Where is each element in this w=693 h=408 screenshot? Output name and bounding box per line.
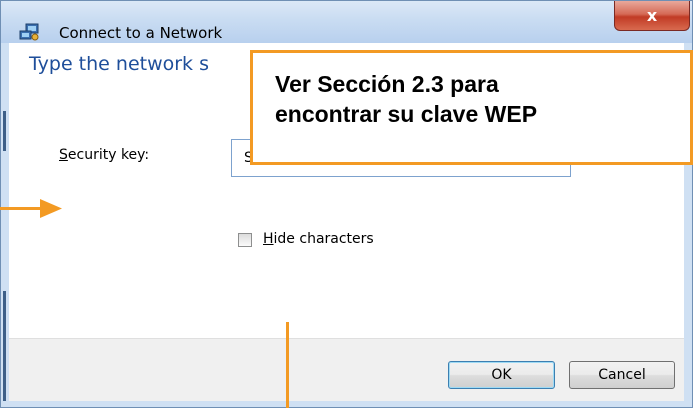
security-key-accesskey: S: [59, 147, 68, 163]
hide-characters-accesskey: H: [263, 231, 274, 247]
close-button[interactable]: x: [614, 1, 690, 31]
security-key-label: Security key:: [59, 147, 149, 163]
annotation-callout: Ver Sección 2.3 para encontrar su clave …: [250, 50, 693, 165]
hide-characters-label-rest: ide characters: [273, 231, 374, 247]
cancel-button[interactable]: Cancel: [569, 361, 675, 389]
annotation-pointer-line: [286, 322, 289, 408]
title-bar[interactable]: Connect to a Network x: [1, 1, 692, 43]
annotation-arrow-head-icon: [40, 199, 62, 218]
ok-button[interactable]: OK: [448, 361, 555, 389]
window-title: Connect to a Network: [59, 24, 223, 42]
callout-line-1: Ver Sección 2.3 para: [275, 71, 499, 97]
hide-characters-checkbox[interactable]: [238, 233, 252, 247]
window-edge-left-upper: [3, 111, 6, 151]
network-connect-icon: [19, 23, 39, 41]
callout-line-2: encontrar su clave WEP: [275, 101, 538, 127]
close-icon: x: [646, 6, 658, 25]
window-edge-left-lower: [3, 291, 6, 401]
security-key-label-rest: ecurity key:: [67, 147, 150, 163]
annotation-arrow-shaft: [0, 207, 42, 210]
callout-text: Ver Sección 2.3 para encontrar su clave …: [275, 69, 537, 129]
hide-characters-label[interactable]: Hide characters: [263, 231, 374, 247]
page-heading: Type the network s: [29, 53, 209, 75]
